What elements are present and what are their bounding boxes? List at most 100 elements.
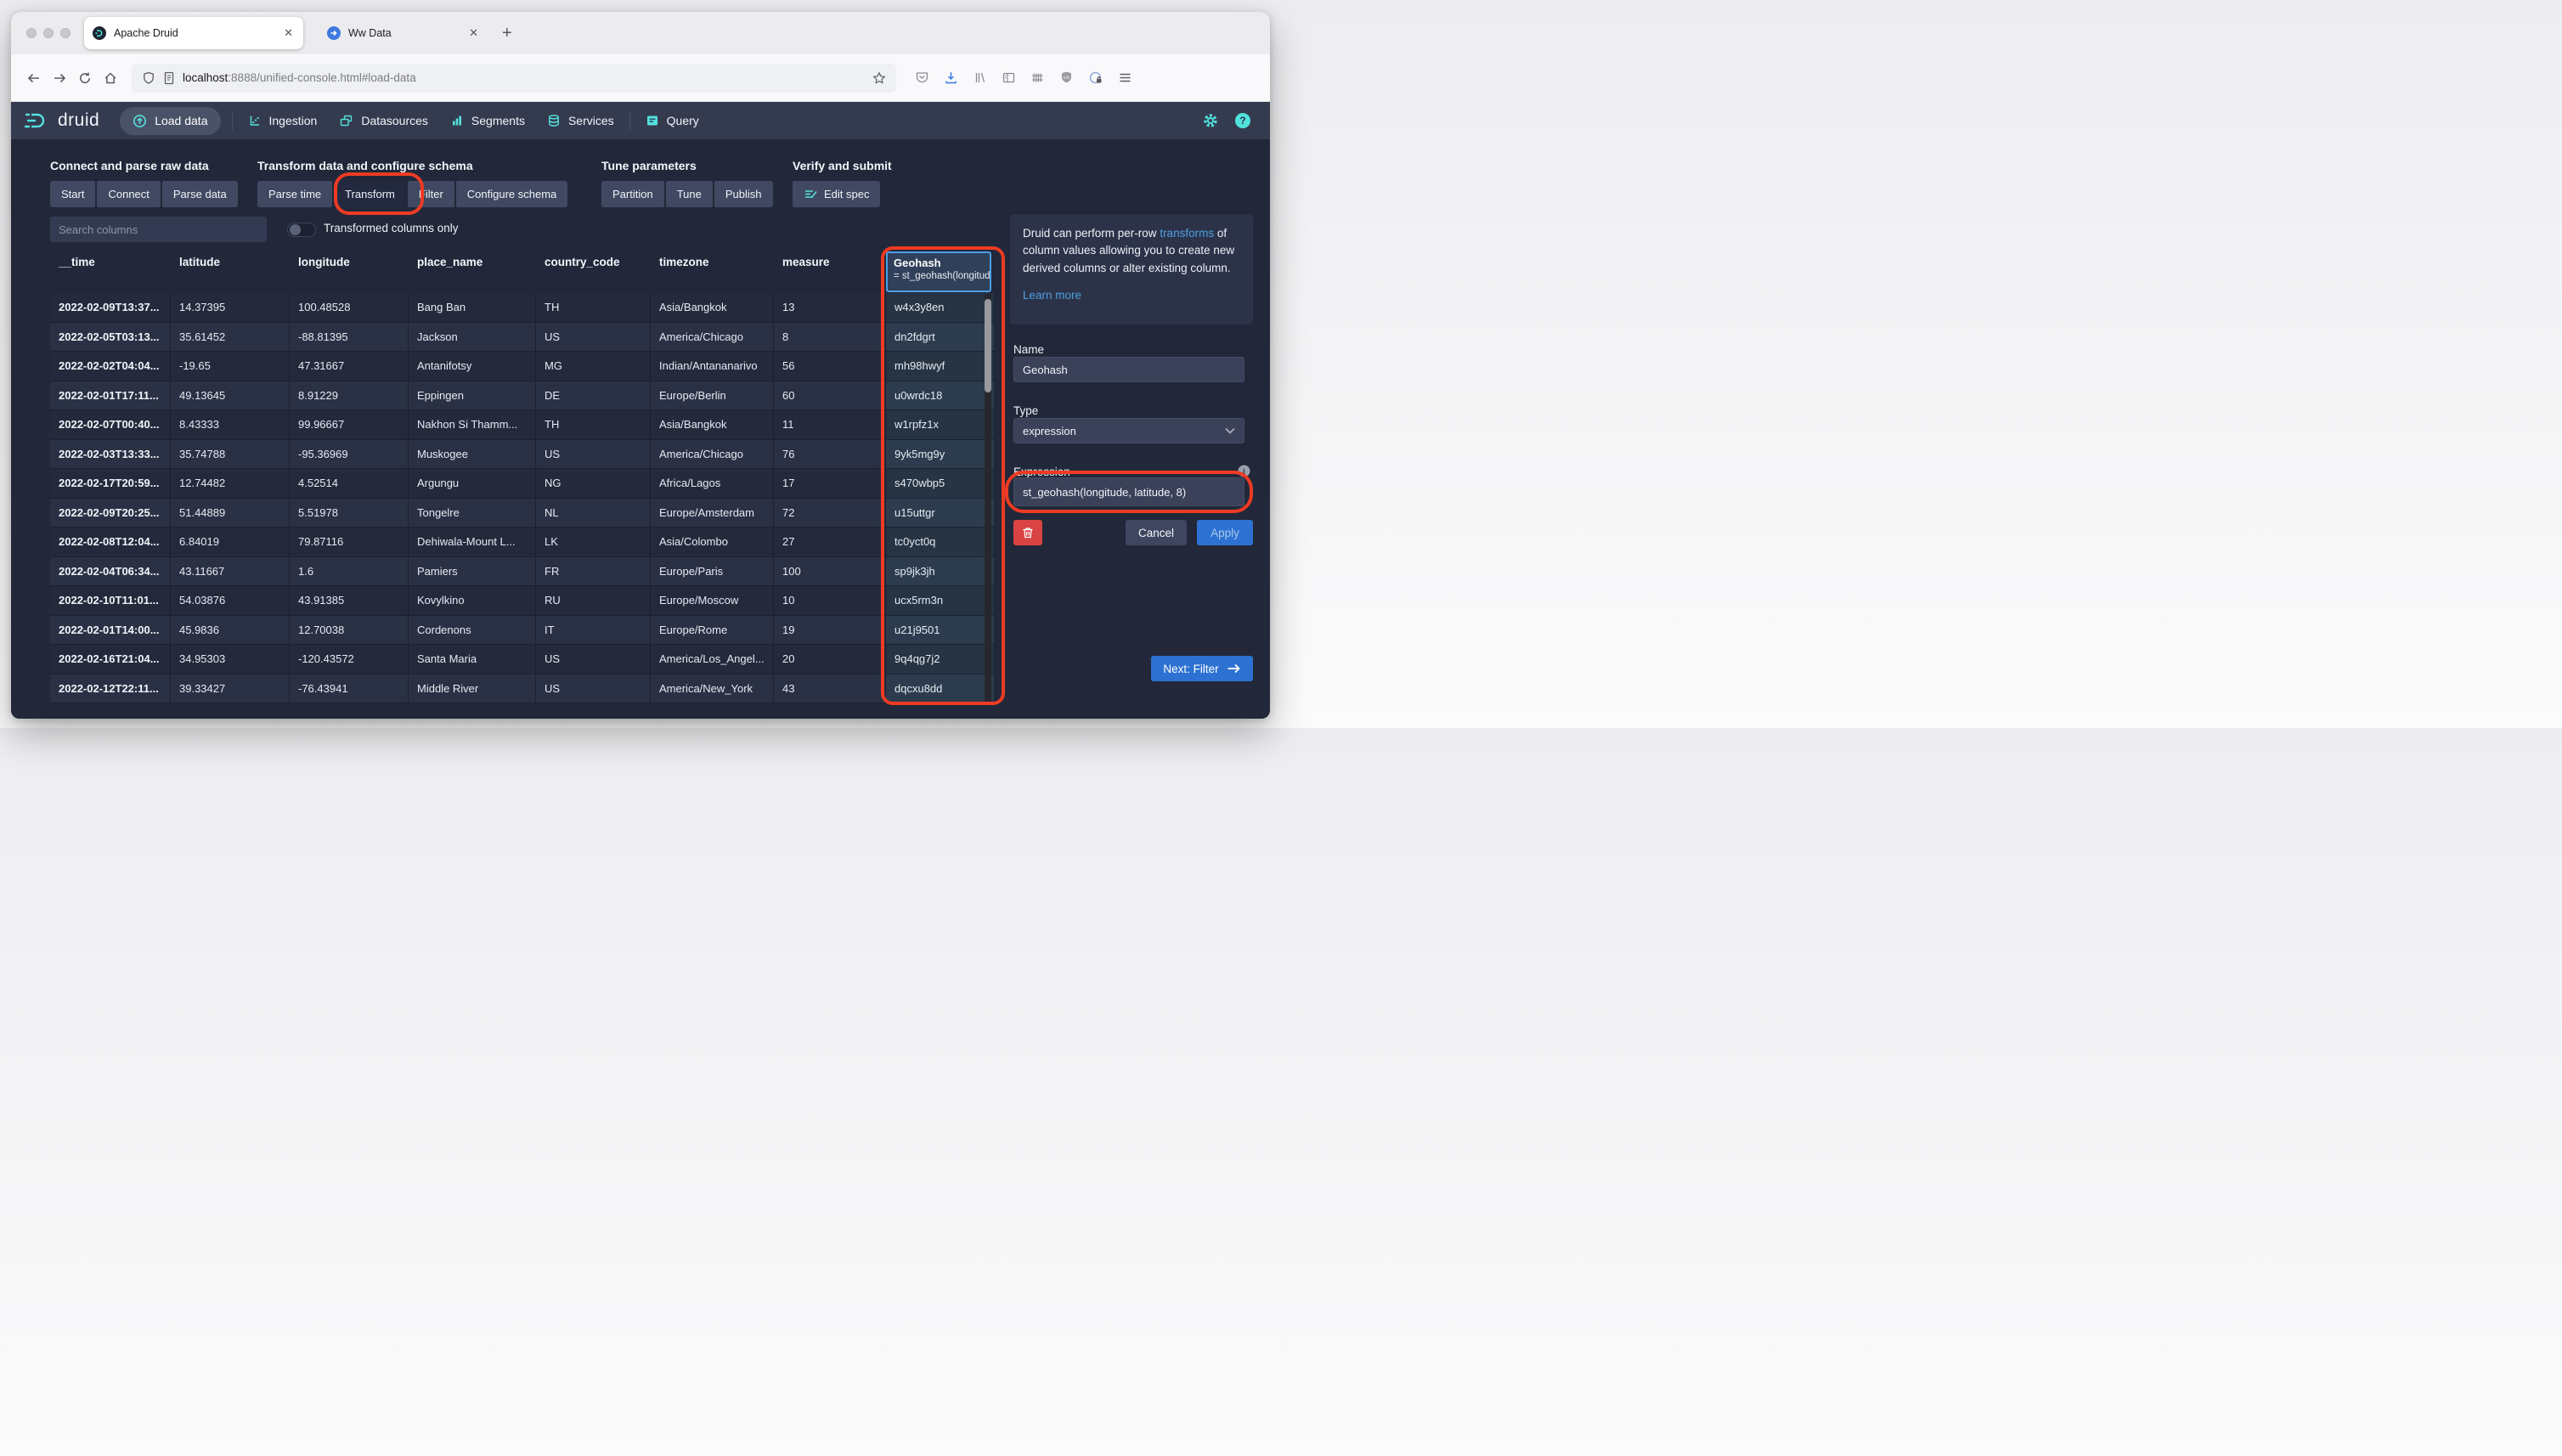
step-parse-data[interactable]: Parse data xyxy=(162,181,238,207)
nav-item-services[interactable]: Services xyxy=(536,102,625,139)
cell-timezone: Europe/Rome xyxy=(651,616,774,645)
page-info-icon[interactable] xyxy=(163,71,175,85)
tab-close-icon[interactable]: ✕ xyxy=(282,26,295,40)
apply-button[interactable]: Apply xyxy=(1197,520,1253,545)
column-header-latitude[interactable]: latitude xyxy=(171,250,290,293)
step-connect[interactable]: Connect xyxy=(97,181,160,207)
cell-geohash: 9q4qg7j2 xyxy=(886,645,995,674)
step-group-tune: Partition Tune Publish xyxy=(601,181,773,207)
nav-item-segments[interactable]: Segments xyxy=(439,102,536,139)
back-icon[interactable] xyxy=(21,65,47,91)
sidebar-icon[interactable] xyxy=(1002,71,1016,85)
nav-item-query[interactable]: Query xyxy=(635,102,710,139)
step-partition[interactable]: Partition xyxy=(601,181,664,207)
shield-permissions-icon[interactable] xyxy=(142,71,155,85)
cell-measure: 19 xyxy=(774,616,886,645)
cell-measure: 8 xyxy=(774,323,886,352)
shield-lo-extension-icon[interactable]: LO xyxy=(1059,71,1074,85)
step-transform[interactable]: Transform xyxy=(334,181,406,207)
cell-time: 2022-02-08T12:04... xyxy=(50,528,171,556)
new-tab-button[interactable]: + xyxy=(502,24,512,43)
home-icon[interactable] xyxy=(98,65,123,91)
cell-latitude: 14.37395 xyxy=(171,293,290,322)
cell-measure: 60 xyxy=(774,381,886,410)
tab-close-icon[interactable]: ✕ xyxy=(467,26,480,40)
expression-input[interactable] xyxy=(1013,477,1244,506)
cell-geohash: u15uttgr xyxy=(886,499,995,528)
cell-timezone: America/Chicago xyxy=(651,440,774,469)
column-header-time[interactable]: __time xyxy=(50,250,171,293)
column-header-timezone[interactable]: timezone xyxy=(651,250,774,293)
next-filter-button[interactable]: Next: Filter xyxy=(1151,656,1253,681)
bookmark-star-icon[interactable] xyxy=(872,71,886,85)
info-icon[interactable]: i xyxy=(1238,465,1250,477)
onepassword-lock-icon[interactable] xyxy=(1088,71,1103,86)
scrollbar-thumb[interactable] xyxy=(985,299,991,392)
geohash-column-scrollbar[interactable] xyxy=(985,294,991,703)
nav-label: Datasources xyxy=(361,114,428,127)
reload-icon[interactable] xyxy=(72,65,98,91)
cell-longitude: 1.6 xyxy=(290,557,409,586)
cell-measure: 27 xyxy=(774,528,886,556)
minimize-window-button[interactable] xyxy=(43,28,54,38)
cell-place-name: Nakhon Si Thamm... xyxy=(409,410,536,439)
geohash-column-header[interactable]: Geohash = st_geohash(longitud xyxy=(886,251,991,292)
tab-ww-data[interactable]: Ww Data ✕ xyxy=(319,17,488,49)
transformed-columns-toggle[interactable] xyxy=(287,223,316,237)
tab-bar: Apache Druid ✕ Ww Data ✕ + xyxy=(11,12,1270,54)
search-columns-input[interactable] xyxy=(50,217,267,242)
menu-hamburger-icon[interactable] xyxy=(1118,71,1132,85)
url-text[interactable]: localhost:8888/unified-console.html#load… xyxy=(183,71,865,84)
table-row: 2022-02-16T21:04... 34.95303 -120.43572 … xyxy=(50,645,995,674)
step-publish[interactable]: Publish xyxy=(714,181,773,207)
gear-icon[interactable] xyxy=(1202,112,1219,129)
cell-place-name: Eppingen xyxy=(409,381,536,410)
toggle-label: Transformed columns only xyxy=(324,222,459,234)
cell-longitude: 8.91229 xyxy=(290,381,409,410)
cell-latitude: 34.95303 xyxy=(171,645,290,674)
cell-country-code: FR xyxy=(536,557,651,586)
forward-icon[interactable] xyxy=(47,65,72,91)
step-tune[interactable]: Tune xyxy=(666,181,713,207)
cell-longitude: 12.70038 xyxy=(290,616,409,645)
help-icon[interactable]: ? xyxy=(1234,112,1251,129)
cancel-button[interactable]: Cancel xyxy=(1126,520,1187,545)
url-bar[interactable]: localhost:8888/unified-console.html#load… xyxy=(132,64,896,93)
cell-geohash: w1rpfz1x xyxy=(886,410,995,439)
column-header-place-name[interactable]: place_name xyxy=(409,250,536,293)
druid-logo[interactable]: druid xyxy=(25,110,99,131)
name-input[interactable] xyxy=(1013,357,1244,382)
step-edit-spec[interactable]: Edit spec xyxy=(793,181,880,207)
type-select[interactable]: expression xyxy=(1013,418,1244,443)
nav-item-load-data[interactable]: Load data xyxy=(120,107,220,135)
step-start[interactable]: Start xyxy=(50,181,95,207)
cell-measure: 56 xyxy=(774,352,886,381)
delete-transform-button[interactable] xyxy=(1013,520,1042,545)
library-icon[interactable] xyxy=(973,71,987,85)
transforms-link[interactable]: transforms xyxy=(1160,227,1214,240)
column-header-longitude[interactable]: longitude xyxy=(290,250,409,293)
query-icon xyxy=(646,114,659,127)
learn-more-link[interactable]: Learn more xyxy=(1023,287,1081,304)
tab-apache-druid[interactable]: Apache Druid ✕ xyxy=(84,17,303,49)
zoom-window-button[interactable] xyxy=(60,28,71,38)
nav-item-ingestion[interactable]: Ingestion xyxy=(237,102,329,139)
column-header-measure[interactable]: measure xyxy=(774,250,886,293)
svg-text:LO: LO xyxy=(1064,76,1069,80)
step-parse-time[interactable]: Parse time xyxy=(257,181,332,207)
datasources-icon xyxy=(339,114,353,127)
cell-place-name: Kovylkino xyxy=(409,586,536,615)
cell-latitude: 8.43333 xyxy=(171,410,290,439)
nav-item-datasources[interactable]: Datasources xyxy=(328,102,439,139)
edit-spec-icon xyxy=(804,188,817,200)
step-filter[interactable]: Filter xyxy=(408,181,454,207)
column-header-country-code[interactable]: country_code xyxy=(536,250,651,293)
close-window-button[interactable] xyxy=(26,28,37,38)
step-configure-schema[interactable]: Configure schema xyxy=(456,181,568,207)
cell-time: 2022-02-02T04:04... xyxy=(50,352,171,381)
cell-longitude: 5.51978 xyxy=(290,499,409,528)
cell-country-code: NG xyxy=(536,469,651,498)
pocket-icon[interactable] xyxy=(915,71,929,85)
download-icon[interactable] xyxy=(944,71,958,85)
fence-extension-icon[interactable] xyxy=(1030,71,1045,85)
